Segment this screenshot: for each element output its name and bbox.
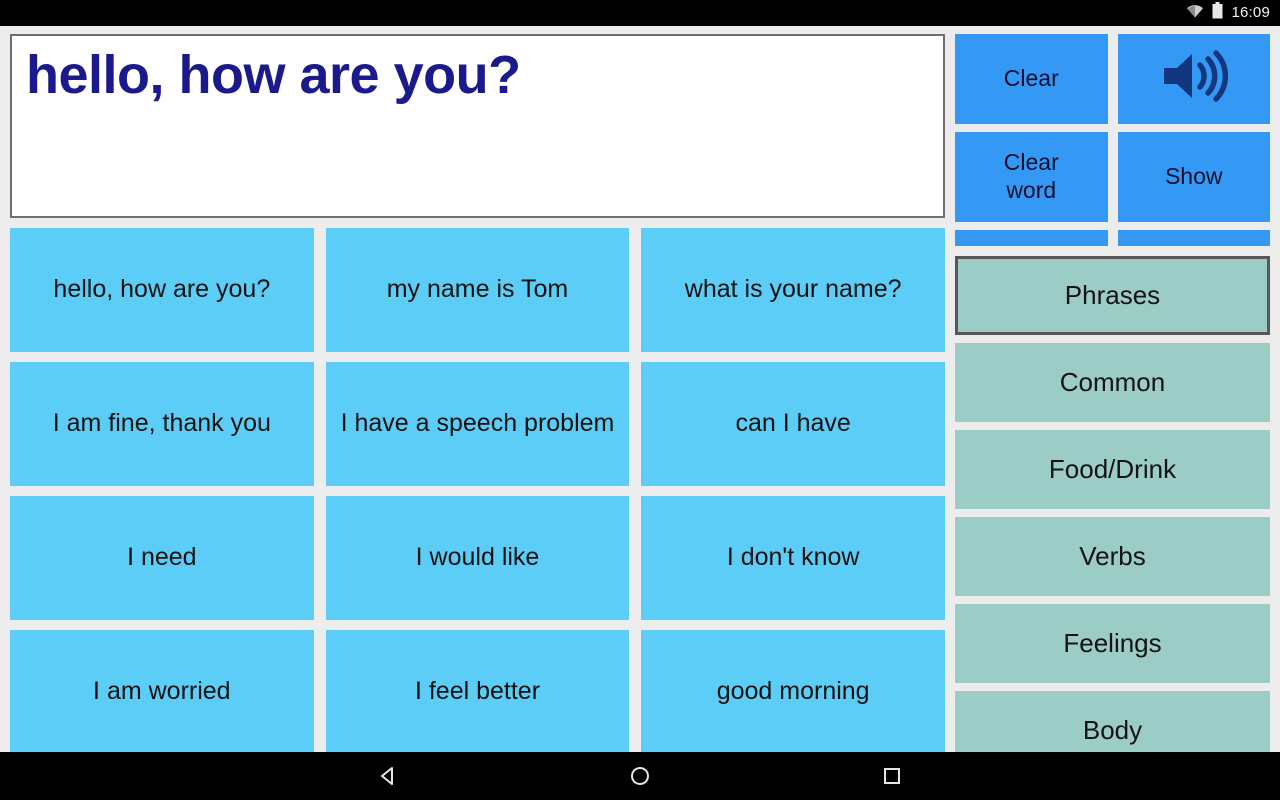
sentence-text: hello, how are you? — [26, 45, 521, 105]
clear-word-line-2: word — [1006, 177, 1057, 203]
android-status-bar: 16:09 — [0, 0, 1280, 26]
show-button[interactable]: Show — [1117, 132, 1270, 222]
phrase-grid: hello, how are you? my name is Tom what … — [10, 228, 945, 752]
right-column: Clear Clear word Show Phrases Common Foo… — [955, 34, 1270, 752]
phrase-tile[interactable]: I am fine, thank you — [10, 362, 314, 486]
clear-word-button[interactable]: Clear word — [955, 132, 1108, 222]
phrase-tile[interactable]: I need — [10, 496, 314, 620]
clear-button[interactable]: Clear — [955, 34, 1108, 124]
back-icon[interactable] — [371, 759, 405, 793]
extra-action-button-right[interactable] — [1117, 230, 1270, 246]
status-time: 16:09 — [1231, 4, 1270, 21]
android-nav-bar — [0, 752, 1280, 800]
clear-word-line-1: Clear — [1003, 149, 1059, 176]
category-button-common[interactable]: Common — [955, 343, 1270, 422]
recents-icon[interactable] — [875, 759, 909, 793]
phrase-tile[interactable]: my name is Tom — [325, 228, 630, 352]
category-button-phrases[interactable]: Phrases — [955, 256, 1270, 335]
category-button-food-drink[interactable]: Food/Drink — [955, 430, 1270, 509]
wifi-icon — [1186, 4, 1204, 23]
speaker-icon — [1160, 49, 1228, 110]
sentence-display[interactable]: hello, how are you? — [10, 34, 945, 218]
phrase-tile[interactable]: can I have — [641, 362, 945, 486]
phrase-tile[interactable]: I have a speech problem — [325, 362, 630, 486]
extra-action-button-left[interactable] — [955, 230, 1108, 246]
battery-icon — [1212, 2, 1223, 24]
home-icon[interactable] — [623, 759, 657, 793]
action-button-grid: Clear Clear word Show — [955, 34, 1270, 246]
phrase-tile[interactable]: hello, how are you? — [10, 228, 314, 352]
speak-button[interactable] — [1117, 34, 1270, 124]
app-content: hello, how are you? hello, how are you? … — [0, 26, 1280, 752]
phrase-tile[interactable]: I am worried — [10, 630, 314, 752]
phrase-tile[interactable]: I feel better — [325, 630, 630, 752]
category-list: Phrases Common Food/Drink Verbs Feelings… — [955, 256, 1270, 752]
phrase-tile[interactable]: good morning — [641, 630, 945, 752]
phrase-tile[interactable]: I would like — [325, 496, 630, 620]
phrase-tile[interactable]: I don't know — [641, 496, 945, 620]
left-column: hello, how are you? hello, how are you? … — [10, 34, 945, 752]
app-screen: 16:09 hello, how are you? hello, how are… — [0, 0, 1280, 800]
category-button-verbs[interactable]: Verbs — [955, 517, 1270, 596]
phrase-tile[interactable]: what is your name? — [641, 228, 945, 352]
category-button-body[interactable]: Body — [955, 691, 1270, 752]
category-button-feelings[interactable]: Feelings — [955, 604, 1270, 683]
